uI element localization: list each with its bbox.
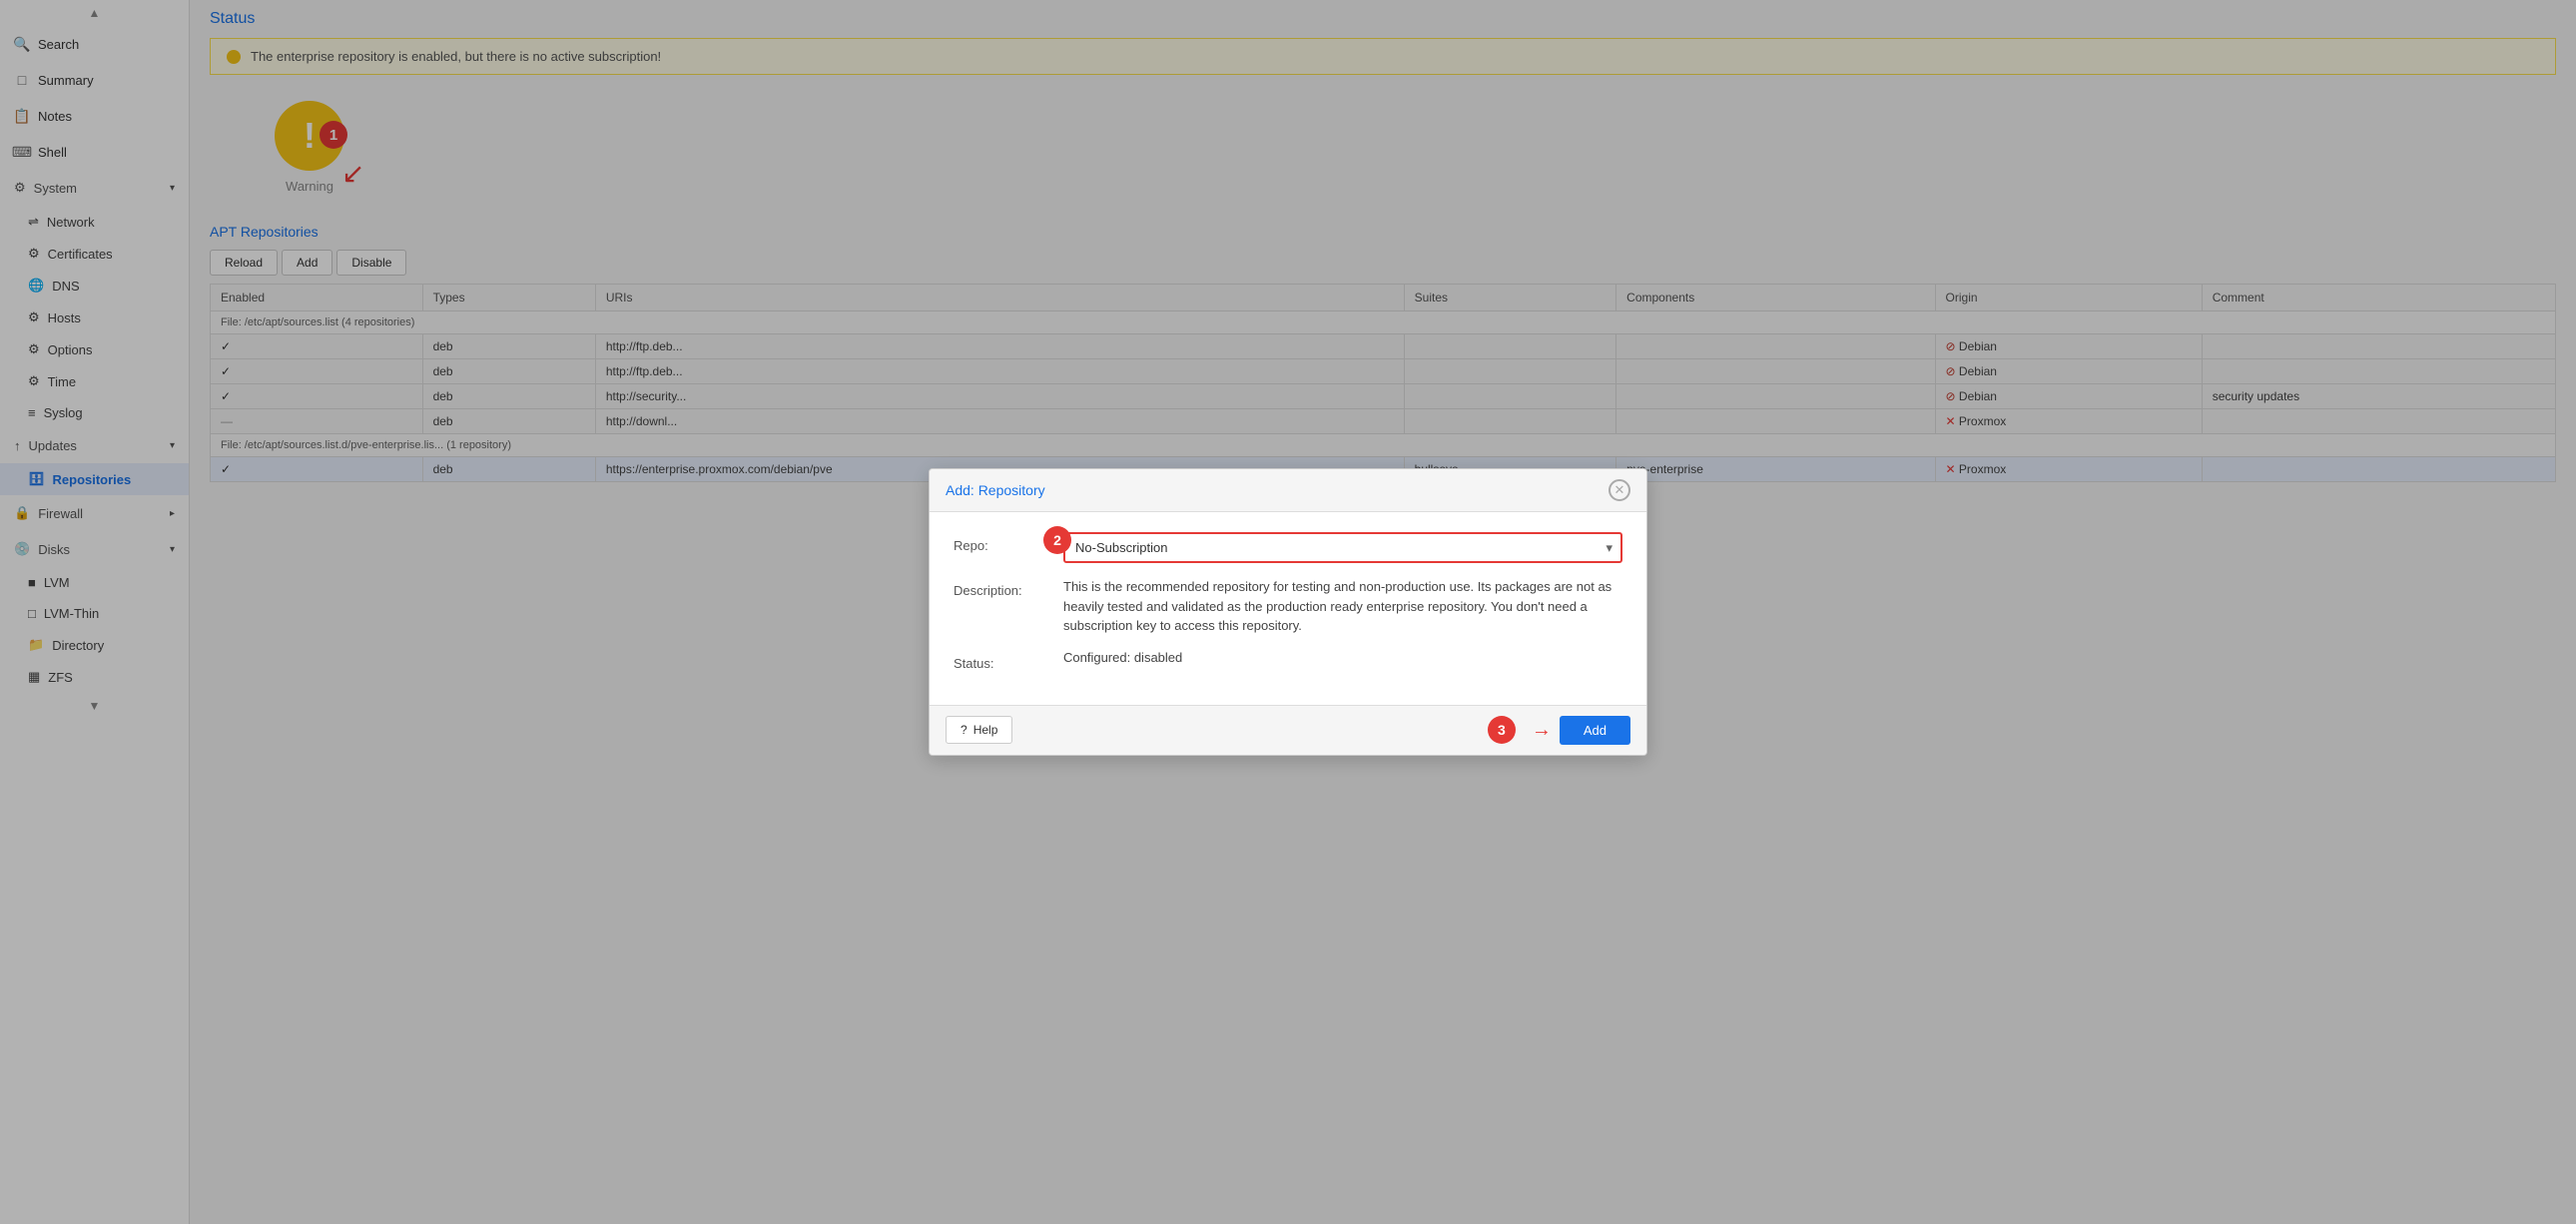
description-label: Description: — [954, 577, 1053, 598]
arrow-to-add: → — [1532, 719, 1552, 742]
status-field: Status: Configured: disabled — [954, 650, 1622, 671]
help-icon: ? — [961, 723, 967, 737]
dialog-add-button[interactable]: Add — [1560, 716, 1630, 745]
repo-select[interactable]: No-Subscription Enterprise Test — [1063, 532, 1622, 563]
description-text: This is the recommended repository for t… — [1063, 577, 1622, 636]
status-value: Configured: disabled — [1063, 650, 1182, 665]
dialog-footer: ? Help 3 → Add — [930, 705, 1646, 755]
dialog-close-button[interactable]: ✕ — [1609, 479, 1630, 501]
dialog-title: Add: Repository — [946, 482, 1045, 498]
add-repository-dialog: Add: Repository ✕ Repo: 2 No-Subscriptio… — [929, 468, 1647, 756]
help-button[interactable]: ? Help — [946, 716, 1012, 744]
dialog-body: Repo: 2 No-Subscription Enterprise Test … — [930, 512, 1646, 705]
status-label: Status: — [954, 650, 1053, 671]
repo-label: Repo: — [954, 532, 1053, 553]
repo-select-wrapper: 2 No-Subscription Enterprise Test ▾ — [1063, 532, 1622, 563]
description-field: Description: This is the recommended rep… — [954, 577, 1622, 636]
footer-right: 3 → Add — [1488, 716, 1630, 745]
step-badge-3: 3 — [1488, 716, 1516, 744]
dialog-header: Add: Repository ✕ — [930, 469, 1646, 512]
repo-field: Repo: 2 No-Subscription Enterprise Test … — [954, 532, 1622, 563]
dialog-overlay: Add: Repository ✕ Repo: 2 No-Subscriptio… — [0, 0, 2576, 1224]
